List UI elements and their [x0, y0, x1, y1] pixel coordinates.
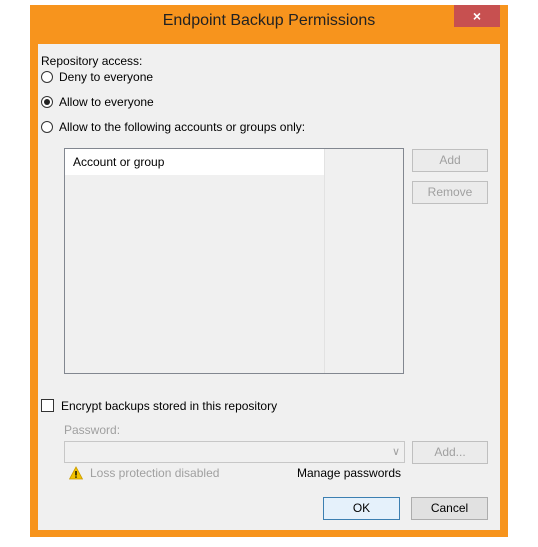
password-label: Password:: [64, 423, 121, 437]
add-password-button[interactable]: Add...: [412, 441, 488, 464]
remove-account-button[interactable]: Remove: [412, 181, 488, 204]
dialog-body: Repository access: Deny to everyone Allo…: [38, 44, 500, 530]
cancel-button[interactable]: Cancel: [411, 497, 488, 520]
loss-protection-status: Loss protection disabled: [90, 466, 220, 480]
window-title: Endpoint Backup Permissions: [162, 12, 376, 29]
accounts-listbox[interactable]: Account or group: [64, 148, 404, 374]
encrypt-backups-checkbox[interactable]: [41, 399, 54, 412]
column-header-account[interactable]: Account or group: [65, 149, 325, 175]
dialog-window: Endpoint Backup Permissions × Repository…: [30, 5, 508, 537]
close-icon: ×: [472, 8, 482, 24]
ok-button[interactable]: OK: [323, 497, 400, 520]
chevron-down-icon: ∨: [391, 446, 400, 458]
radio-allow-everyone-label[interactable]: Allow to everyone: [59, 95, 154, 109]
title-bar[interactable]: Endpoint Backup Permissions ×: [30, 5, 508, 37]
repository-access-label: Repository access:: [41, 54, 143, 68]
encrypt-backups-label[interactable]: Encrypt backups stored in this repositor…: [61, 399, 277, 413]
column-header-label: Account or group: [73, 155, 165, 169]
radio-deny-everyone-label[interactable]: Deny to everyone: [59, 70, 153, 84]
manage-passwords-link[interactable]: Manage passwords: [297, 466, 401, 480]
warning-icon: [69, 466, 83, 480]
radio-allow-specific-label[interactable]: Allow to the following accounts or group…: [59, 120, 305, 134]
radio-allow-specific[interactable]: [41, 121, 53, 133]
column-divider: [324, 149, 325, 373]
add-account-button[interactable]: Add: [412, 149, 488, 172]
radio-deny-everyone[interactable]: [41, 71, 53, 83]
close-button[interactable]: ×: [454, 5, 500, 27]
radio-allow-everyone[interactable]: [41, 96, 53, 108]
password-select[interactable]: ∨: [64, 441, 405, 463]
